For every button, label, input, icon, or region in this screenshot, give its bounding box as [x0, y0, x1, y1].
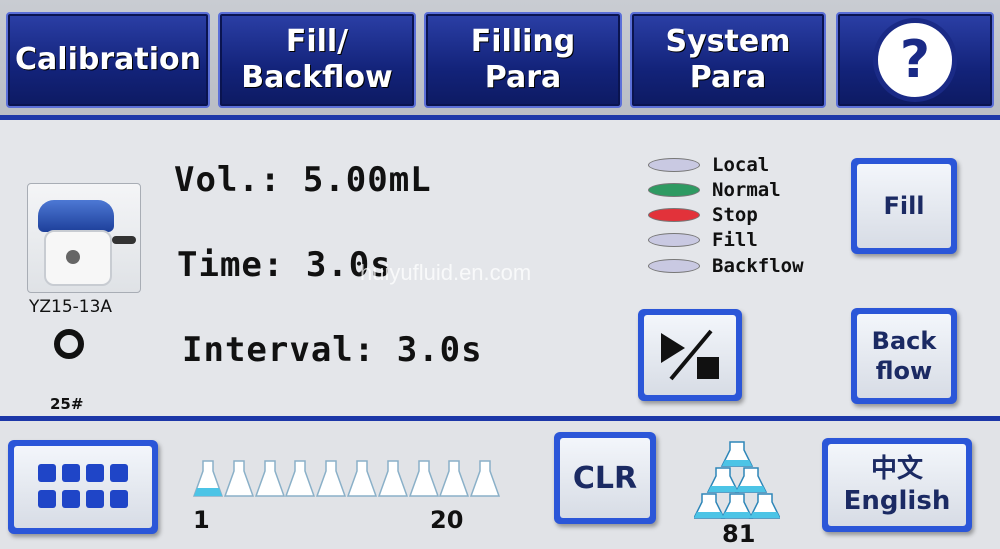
pump-model-label: YZ15-13A — [29, 297, 113, 317]
flask-icon — [408, 460, 439, 497]
backflow-button-label: Back flow — [857, 314, 951, 398]
run-stop-button-face — [644, 315, 736, 395]
tab-calibration-label: Calibration — [15, 42, 201, 77]
flask-start-label: 1 — [193, 506, 210, 534]
play-stop-icon — [661, 329, 719, 381]
language-button-label: 中文 English — [828, 444, 966, 526]
legend-stop-indicator — [648, 208, 700, 222]
tab-fill-backflow[interactable]: Fill/ Backflow — [218, 12, 416, 108]
legend-normal-indicator — [648, 183, 700, 197]
tab-system-para[interactable]: System Para — [630, 12, 826, 108]
run-stop-button[interactable] — [638, 309, 742, 401]
clr-button-label: CLR — [560, 438, 650, 518]
flask-icon — [254, 460, 285, 497]
interval-readout[interactable]: Interval: 3.0s — [182, 330, 483, 370]
pump-rotor-shape — [66, 250, 80, 264]
flask-icon — [346, 460, 377, 497]
watermark-text: huiyufluid.en.com — [360, 260, 532, 285]
stacked-flasks-icon — [694, 441, 780, 519]
stack-count-label: 81 — [722, 520, 756, 548]
top-nav-bar: Calibration Fill/ Backflow Filling Para … — [0, 0, 1000, 117]
flask-icon — [193, 460, 223, 497]
legend-stop-label: Stop — [712, 204, 758, 226]
volume-readout[interactable]: Vol.: 5.00mL — [174, 160, 432, 200]
backflow-button[interactable]: Back flow — [851, 308, 957, 404]
legend-local: Local — [648, 154, 770, 176]
legend-normal: Normal — [648, 179, 781, 201]
legend-backflow: Backflow — [648, 255, 804, 277]
legend-fill: Fill — [648, 229, 758, 251]
tab-calibration[interactable]: Calibration — [6, 12, 210, 108]
legend-local-indicator — [648, 158, 700, 172]
legend-fill-label: Fill — [712, 229, 758, 251]
keypad-button-face — [14, 446, 152, 528]
keypad-button[interactable] — [8, 440, 158, 534]
help-icon-glyph: ? — [899, 30, 931, 90]
legend-backflow-indicator — [648, 259, 700, 273]
keypad-icon — [38, 464, 128, 508]
flask-icon — [470, 460, 501, 497]
flask-icon — [439, 460, 470, 497]
tab-filling-para-label: Filling Para — [470, 24, 576, 95]
language-button[interactable]: 中文 English — [822, 438, 972, 532]
flask-icon — [285, 460, 316, 497]
pump-tube-shape — [112, 236, 136, 244]
help-button[interactable]: ? — [836, 12, 994, 108]
tab-system-para-label: System Para — [665, 24, 791, 95]
legend-local-label: Local — [712, 154, 770, 176]
flask-icon — [316, 460, 347, 497]
fill-button[interactable]: Fill — [851, 158, 957, 254]
flask-icon — [223, 460, 254, 497]
legend-stop: Stop — [648, 204, 758, 226]
tube-size-label: 25# — [50, 395, 84, 413]
flask-end-label: 20 — [430, 506, 464, 534]
legend-normal-label: Normal — [712, 179, 781, 201]
clr-button[interactable]: CLR — [554, 432, 656, 524]
pump-motor-shape — [38, 200, 114, 232]
pump-image — [27, 183, 141, 293]
tab-fill-backflow-label: Fill/ Backflow — [241, 24, 393, 95]
flask-progress-row — [193, 460, 501, 498]
tube-ring-icon — [54, 329, 84, 359]
legend-fill-indicator — [648, 233, 700, 247]
legend-backflow-label: Backflow — [712, 255, 804, 277]
help-icon: ? — [873, 18, 957, 102]
tab-filling-para[interactable]: Filling Para — [424, 12, 622, 108]
fill-button-label: Fill — [857, 164, 951, 248]
flask-icon — [377, 460, 408, 497]
